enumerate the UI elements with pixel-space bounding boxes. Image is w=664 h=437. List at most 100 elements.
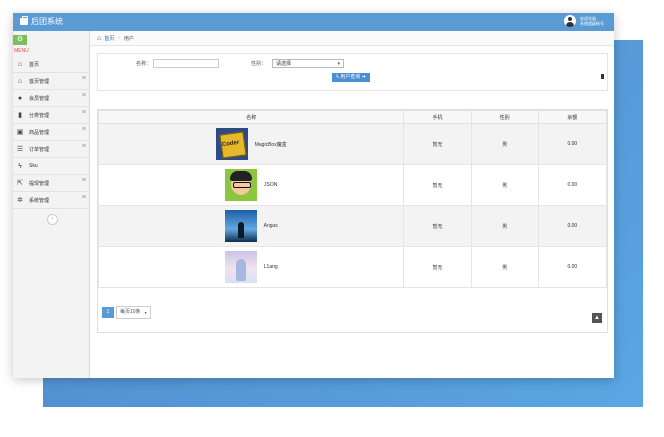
menu-lines-icon: ≡: [81, 92, 86, 99]
sidebar-item-label: 首页: [29, 61, 40, 68]
export-icon: ⇱: [17, 180, 23, 187]
sidebar: ⚙ MENU ⌂ 首页 ⌂ 首页管理 ≡ ● 会员管理 ≡ ▮ 分类管理 ≡ ▣…: [13, 31, 90, 378]
user-name: MagicBox魔盒: [254, 141, 287, 148]
user-search-button[interactable]: ϟ 用户查询 ➜: [332, 73, 370, 82]
gender-cell: 男: [470, 123, 539, 165]
user-name: L1ang: [263, 264, 278, 270]
phone-cell: 暂无: [403, 205, 472, 247]
user-name: Angus: [263, 223, 278, 229]
menu-label: MENU: [14, 48, 29, 54]
menu-lines-icon: ≡: [81, 109, 86, 116]
sidebar-item-sku[interactable]: ϟ Sku: [13, 158, 89, 175]
breadcrumb-home-link[interactable]: 首页: [104, 35, 114, 42]
column-header-name: 名称: [97, 110, 405, 124]
breadcrumb-separator: ›: [118, 35, 120, 41]
user-account-name: 系统超级帐号: [580, 21, 604, 26]
name-cell: L1ang: [97, 246, 405, 288]
page-size-select[interactable]: 每页10条 ▾: [116, 306, 151, 319]
table-row[interactable]: JSON 暂无 男 0.00: [97, 164, 608, 206]
sidebar-item-label: 系统管理: [29, 197, 50, 204]
briefcase-icon: [20, 16, 28, 25]
table-row[interactable]: Angus 暂无 男 0.00: [97, 205, 608, 247]
sidebar-menu: ⌂ 首页 ⌂ 首页管理 ≡ ● 会员管理 ≡ ▮ 分类管理 ≡ ▣ 商品管理 ≡: [13, 56, 89, 209]
sidebar-item-categories[interactable]: ▮ 分类管理 ≡: [13, 107, 89, 124]
column-header-gender: 性别: [470, 110, 539, 124]
sidebar-collapse-button[interactable]: ‹: [47, 214, 58, 225]
user-greeting: 欢迎光临, 系统超级帐号: [580, 16, 604, 26]
search-filter-panel: 名称： 性别： 请选择 ▾ ϟ 用户查询 ➜: [97, 53, 608, 91]
user-avatar-image: [225, 169, 258, 201]
user-avatar-image: Coder: [215, 128, 248, 160]
breadcrumb: ⌂ 首页 › 用户: [90, 31, 614, 46]
sidebar-item-products[interactable]: ▣ 商品管理 ≡: [13, 124, 89, 141]
sidebar-item-label: 会员管理: [29, 95, 50, 102]
sidebar-item-label: Sku: [29, 163, 38, 169]
sidebar-item-label: 提现管理: [29, 180, 50, 187]
gender-label: 性别：: [251, 61, 267, 67]
brand: 后团系统: [20, 16, 63, 27]
phone-cell: 暂无: [403, 246, 472, 288]
menu-lines-icon: ≡: [81, 75, 86, 82]
home-icon: ⌂: [17, 77, 23, 85]
balance-cell: 0.00: [537, 164, 608, 206]
chevron-left-icon: ‹: [51, 216, 54, 222]
balance-cell: 0.00: [537, 246, 608, 288]
sidebar-item-label: 首页管理: [29, 78, 50, 85]
sidebar-item-label: 订单管理: [29, 146, 50, 153]
page-number-button[interactable]: 1: [102, 307, 114, 318]
bolt-icon: ϟ: [18, 162, 22, 170]
sidebar-item-orders[interactable]: ☰ 订单管理 ≡: [13, 141, 89, 158]
menu-lines-icon: ≡: [81, 143, 86, 150]
list-icon: ☰: [16, 146, 24, 153]
name-cell: JSON: [97, 164, 405, 206]
top-bar: 后团系统 欢迎光临, 系统超级帐号: [13, 13, 614, 31]
main-content: ⌂ 首页 › 用户 名称： 性别： 请选择 ▾ ϟ 用户查询 ➜ 名称 手机 性…: [90, 31, 614, 378]
sidebar-item-members[interactable]: ● 会员管理 ≡: [13, 90, 89, 107]
users-table-panel: 名称 手机 性别 余额 Coder MagicBox魔盒 暂无 男 0.00 J…: [97, 109, 608, 333]
user-name: JSON: [264, 182, 278, 188]
app-title: 后团系统: [31, 17, 63, 26]
table-row[interactable]: Coder MagicBox魔盒 暂无 男 0.00: [97, 123, 608, 165]
cogs-icon: ✲: [17, 197, 23, 204]
user-avatar-image: [224, 251, 257, 283]
gift-icon: ▣: [16, 129, 24, 136]
app-window: 后团系统 欢迎光临, 系统超级帐号 ⚙ MENU ⌂ 首页 ⌂ 首页管理 ≡ ●…: [13, 13, 614, 378]
arrow-right-icon: ➜: [361, 74, 366, 80]
settings-icon: ⚙: [16, 36, 24, 43]
balance-cell: 0.00: [537, 123, 608, 165]
caret-down-icon: ▾: [337, 61, 340, 67]
user-search-button-label: 用户查询: [340, 74, 361, 80]
balance-cell: 0.00: [537, 205, 608, 247]
bolt-icon: ϟ: [336, 74, 339, 80]
breadcrumb-current: 用户: [123, 35, 134, 42]
sidebar-item-label: 商品管理: [29, 129, 50, 136]
nickname-input[interactable]: [153, 59, 219, 68]
menu-lines-icon: ≡: [81, 177, 86, 184]
sidebar-item-home-management[interactable]: ⌂ 首页管理 ≡: [13, 73, 89, 90]
user-menu[interactable]: 欢迎光临, 系统超级帐号: [564, 15, 604, 27]
menu-lines-icon: ≡: [81, 194, 86, 201]
sidebar-toggle-button[interactable]: ⚙: [13, 35, 27, 45]
name-cell: Coder MagicBox魔盒: [97, 123, 405, 165]
avatar[interactable]: [564, 15, 576, 27]
chevron-up-icon: ▲: [594, 315, 600, 321]
column-header-balance: 余额: [537, 110, 608, 124]
column-header-phone: 手机: [403, 110, 472, 124]
users-table: 名称 手机 性别 余额 Coder MagicBox魔盒 暂无 男 0.00 J…: [97, 110, 608, 288]
user-icon: ●: [17, 94, 23, 102]
bookmark-icon[interactable]: [601, 74, 604, 80]
caret-down-icon: ▾: [144, 310, 147, 315]
page-size-value: 每页10条: [120, 309, 141, 315]
scroll-to-top-button[interactable]: ▲: [592, 313, 602, 323]
sidebar-item-label: 分类管理: [29, 112, 50, 119]
table-row[interactable]: L1ang 暂无 男 0.00: [97, 246, 608, 288]
home-icon: ⌂: [17, 60, 23, 68]
gender-cell: 男: [470, 246, 539, 288]
table-header-row: 名称 手机 性别 余额: [97, 110, 608, 124]
sidebar-item-system[interactable]: ✲ 系统管理 ≡: [13, 192, 89, 209]
gender-select[interactable]: 请选择 ▾: [272, 59, 344, 68]
sidebar-item-withdrawals[interactable]: ⇱ 提现管理 ≡: [13, 175, 89, 192]
home-icon: ⌂: [97, 34, 102, 42]
sidebar-item-home[interactable]: ⌂ 首页: [13, 56, 89, 73]
user-avatar-image: [224, 210, 257, 242]
